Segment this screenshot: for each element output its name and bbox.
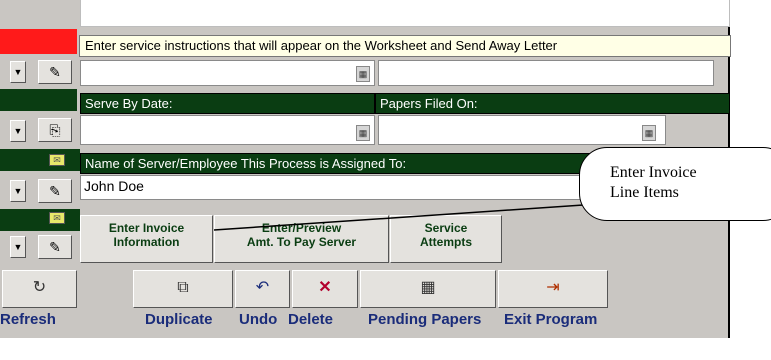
callout-line	[213, 203, 599, 231]
callout-text: Line Items	[610, 184, 679, 201]
callout-text: Enter Invoice	[610, 164, 697, 181]
callout-box: Enter Invoice Line Items	[579, 147, 771, 221]
